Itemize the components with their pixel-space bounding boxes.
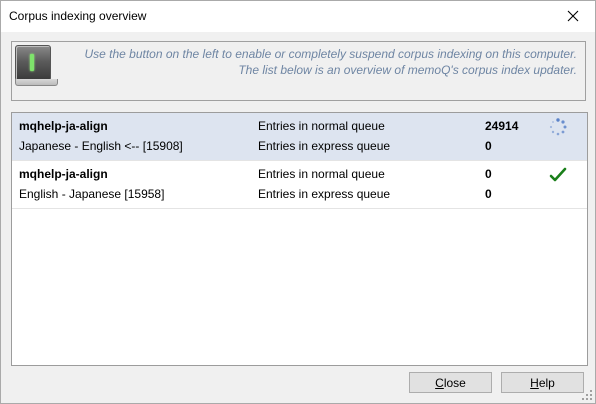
close-icon	[567, 10, 579, 22]
express-queue-count: 0	[485, 139, 492, 153]
help-label: elp	[538, 376, 555, 390]
language-pair: English - Japanese [15958]	[19, 187, 165, 201]
express-queue-label: Entries in express queue	[258, 187, 391, 201]
title-bar: Corpus indexing overview	[1, 1, 595, 32]
close-window-button[interactable]	[551, 1, 595, 31]
info-line-1: Use the button on the left to enable or …	[84, 47, 577, 61]
express-queue-label: Entries in express queue	[258, 139, 391, 153]
close-accelerator: C	[435, 376, 444, 390]
normal-queue-count: 0	[485, 167, 492, 181]
normal-queue-label: Entries in normal queue	[258, 167, 385, 181]
power-indicator-icon	[30, 54, 34, 71]
list-item[interactable]: mqhelp-ja-align Japanese - English <-- […	[12, 113, 587, 161]
toggle-base	[15, 79, 58, 86]
close-label: lose	[443, 376, 466, 390]
express-queue-count: 0	[485, 187, 492, 201]
index-updater-list[interactable]: mqhelp-ja-align Japanese - English <-- […	[11, 112, 588, 366]
header-panel: Use the button on the left to enable or …	[11, 41, 586, 101]
corpus-indexing-dialog: Corpus indexing overview Use the button …	[0, 0, 596, 404]
window-title: Corpus indexing overview	[9, 9, 147, 23]
indexing-toggle-button[interactable]	[15, 45, 58, 86]
list-item[interactable]: mqhelp-ja-align English - Japanese [1595…	[12, 161, 587, 209]
checkmark-icon	[549, 167, 567, 182]
info-text: Use the button on the left to enable or …	[77, 46, 577, 78]
help-accelerator: H	[530, 376, 539, 390]
resize-grip-icon[interactable]	[582, 390, 592, 400]
normal-queue-label: Entries in normal queue	[258, 119, 385, 133]
close-button[interactable]: Close	[409, 372, 492, 393]
processing-spinner-icon	[549, 118, 567, 136]
corpus-name: mqhelp-ja-align	[19, 167, 108, 181]
info-line-2: The list below is an overview of memoQ's…	[238, 63, 577, 77]
language-pair: Japanese - English <-- [15908]	[19, 139, 183, 153]
help-button[interactable]: Help	[501, 372, 584, 393]
corpus-name: mqhelp-ja-align	[19, 119, 108, 133]
normal-queue-count: 24914	[485, 119, 519, 133]
